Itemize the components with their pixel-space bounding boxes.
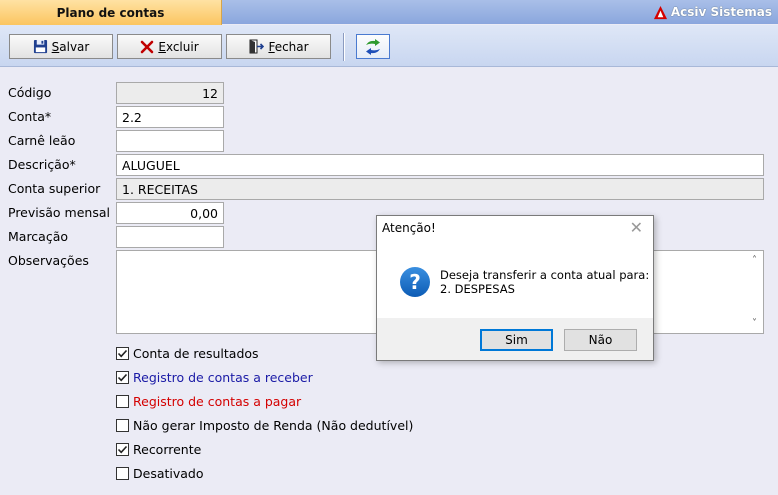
checkbox-box[interactable]: [116, 395, 129, 408]
previsao-value: 0,00: [190, 205, 218, 221]
marcacao-input[interactable]: [116, 226, 224, 248]
checkbox-label: Não gerar Imposto de Renda (Não dedutíve…: [133, 418, 414, 433]
confirm-dialog: Atenção! ✕ ? Deseja transferir a conta a…: [376, 215, 654, 361]
brand-logo-icon: [653, 5, 667, 19]
descricao-label: Descrição*: [8, 157, 76, 172]
checkbox-label: Registro de contas a receber: [133, 370, 313, 385]
checkbox-desativado[interactable]: Desativado: [116, 466, 204, 481]
conta-value: 2.2: [122, 109, 142, 125]
checkbox-label: Recorrente: [133, 442, 202, 457]
no-label: Não: [588, 333, 613, 347]
dialog-message-line1: Deseja transferir a conta atual para:: [440, 268, 650, 282]
checkbox-nao-gerar-ir[interactable]: Não gerar Imposto de Renda (Não dedutíve…: [116, 418, 413, 433]
yes-label: Sim: [505, 333, 528, 347]
checkbox-box[interactable]: [116, 347, 129, 360]
checkbox-label: Desativado: [133, 466, 204, 481]
no-button[interactable]: Não: [564, 329, 637, 351]
superior-field[interactable]: 1. RECEITAS: [116, 178, 764, 200]
delete-label: xcluir: [165, 39, 199, 54]
save-label: alvar: [59, 39, 90, 54]
svg-text:?: ?: [409, 270, 421, 294]
question-icon: ?: [400, 267, 430, 297]
floppy-disk-icon: [33, 39, 47, 54]
dialog-footer: Sim Não: [377, 318, 653, 360]
checkbox-box[interactable]: [116, 467, 129, 480]
close-button[interactable]: Fechar: [226, 34, 331, 59]
delete-mnemonic: E: [158, 39, 166, 54]
previsao-label: Previsão mensal: [8, 205, 110, 220]
checkbox-box[interactable]: [116, 371, 129, 384]
obs-label: Observações: [8, 253, 89, 268]
checkbox-recorrente[interactable]: Recorrente: [116, 442, 201, 457]
yes-button[interactable]: Sim: [480, 329, 553, 351]
checkbox-box[interactable]: [116, 419, 129, 432]
checkmark-icon: [117, 445, 128, 454]
checkmark-icon: [117, 349, 128, 358]
checkbox-contas-pagar[interactable]: Registro de contas a pagar: [116, 394, 301, 409]
transfer-button[interactable]: [356, 34, 390, 59]
checkbox-conta-resultados[interactable]: Conta de resultados: [116, 346, 259, 361]
brand: Acsiv Sistemas: [653, 3, 772, 21]
obs-scrollbar[interactable]: ˄ ˅: [746, 251, 763, 333]
dialog-title: Atenção!: [382, 221, 436, 235]
delete-x-icon: [141, 40, 154, 53]
transfer-arrows-icon: [366, 38, 380, 55]
brand-name: Acsiv Sistemas: [670, 5, 772, 19]
close-icon[interactable]: ✕: [630, 219, 643, 237]
exit-door-icon: [249, 39, 265, 54]
dialog-message-line2: 2. DESPESAS: [440, 282, 515, 296]
checkbox-box[interactable]: [116, 443, 129, 456]
scroll-down-icon[interactable]: ˅: [752, 318, 757, 329]
marcacao-label: Marcação: [8, 229, 69, 244]
descricao-value: ALUGUEL: [122, 157, 180, 173]
toolbar: Salvar Excluir Fechar: [0, 25, 778, 67]
scroll-up-icon[interactable]: ˄: [752, 255, 757, 266]
codigo-value: 12: [202, 85, 218, 101]
window-tab[interactable]: Plano de contas: [0, 0, 222, 25]
close-label: echar: [274, 39, 309, 54]
codigo-label: Código: [8, 85, 52, 100]
toolbar-separator: [343, 33, 344, 61]
codigo-field: 12: [116, 82, 224, 104]
checkmark-icon: [117, 373, 128, 382]
descricao-input[interactable]: ALUGUEL: [116, 154, 764, 176]
conta-input[interactable]: 2.2: [116, 106, 224, 128]
superior-label: Conta superior: [8, 181, 101, 196]
checkbox-label: Conta de resultados: [133, 346, 259, 361]
checkbox-contas-receber[interactable]: Registro de contas a receber: [116, 370, 313, 385]
window-tab-title: Plano de contas: [56, 5, 165, 20]
delete-button[interactable]: Excluir: [117, 34, 222, 59]
carne-label: Carnê leão: [8, 133, 76, 148]
superior-value: 1. RECEITAS: [122, 181, 198, 197]
dialog-message: Deseja transferir a conta atual para: 2.…: [440, 268, 649, 296]
conta-label: Conta*: [8, 109, 52, 124]
save-button[interactable]: Salvar: [9, 34, 113, 59]
carne-input[interactable]: [116, 130, 224, 152]
checkbox-label: Registro de contas a pagar: [133, 394, 302, 409]
previsao-input[interactable]: 0,00: [116, 202, 224, 224]
title-bar: Plano de contas Acsiv Sistemas: [0, 0, 778, 25]
